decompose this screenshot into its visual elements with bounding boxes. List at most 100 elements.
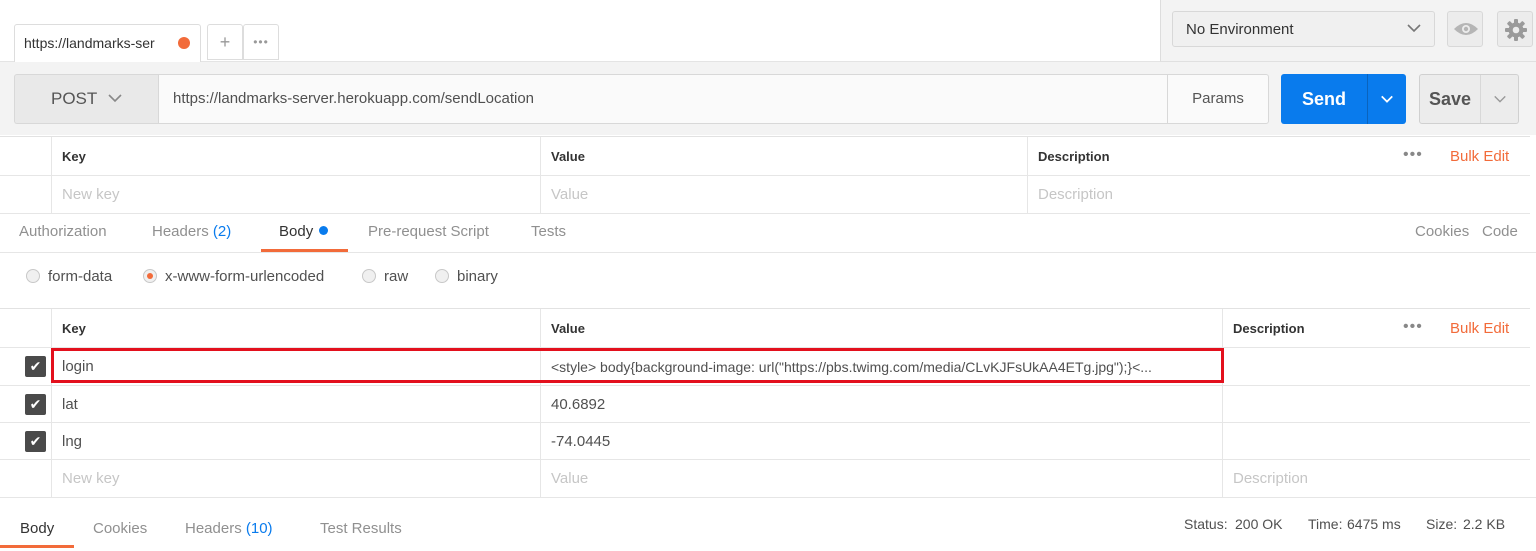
- environment-bar: No Environment: [1160, 0, 1536, 62]
- tab-headers[interactable]: Headers (2): [152, 223, 231, 240]
- body-col-value: Value: [551, 320, 585, 336]
- tab-tests[interactable]: Tests: [531, 223, 566, 240]
- radio-circle-icon: [26, 269, 40, 283]
- row-description[interactable]: [1222, 423, 1530, 459]
- row-value[interactable]: 40.6892: [551, 396, 605, 413]
- gear-icon: [1504, 18, 1528, 46]
- row-key[interactable]: lat: [62, 396, 78, 413]
- radio-form-data[interactable]: form-data: [26, 268, 112, 285]
- size-value: 2.2 KB: [1463, 516, 1506, 532]
- radio-raw-label: raw: [384, 268, 409, 285]
- send-button[interactable]: Send: [1281, 74, 1406, 124]
- body-new-row: New key Value Description: [0, 460, 1530, 498]
- send-label: Send: [1301, 89, 1346, 109]
- new-tab-button[interactable]: +: [207, 24, 243, 60]
- radio-binary[interactable]: binary: [435, 268, 498, 285]
- tab-prerequest-script[interactable]: Pre-request Script: [368, 223, 489, 240]
- body-col-description: Description: [1233, 320, 1305, 336]
- table-row: ✔ lat 40.6892: [0, 386, 1530, 423]
- response-tab-cookies[interactable]: Cookies: [93, 520, 147, 537]
- response-tab-test-results[interactable]: Test Results: [320, 520, 402, 537]
- size-label: Size:: [1426, 516, 1458, 532]
- body-new-description-input[interactable]: Description: [1233, 470, 1308, 487]
- send-options-chevron-icon[interactable]: [1368, 74, 1406, 124]
- environment-quick-look-button[interactable]: [1447, 11, 1483, 47]
- row-checkbox-checked-icon[interactable]: ✔: [25, 394, 46, 415]
- eye-icon: [1453, 20, 1479, 42]
- tab-body-label: Body: [279, 223, 314, 240]
- time-value: 6475 ms: [1347, 516, 1401, 532]
- response-tab-headers-label: Headers: [185, 520, 242, 537]
- highlight-annotation-box: [51, 348, 1224, 383]
- radio-circle-icon: [435, 269, 449, 283]
- row-key[interactable]: lng: [62, 433, 82, 450]
- time-label: Time:: [1308, 516, 1343, 532]
- method-select[interactable]: POST: [14, 74, 159, 124]
- radio-form-data-label: form-data: [48, 268, 113, 285]
- radio-urlencoded[interactable]: x-www-form-urlencoded: [143, 268, 324, 285]
- request-tab-active[interactable]: https://landmarks-ser: [14, 24, 201, 62]
- radio-selected-icon: [143, 269, 157, 283]
- radio-circle-icon: [362, 269, 376, 283]
- save-options-chevron-icon[interactable]: [1481, 75, 1519, 123]
- status-value: 200 OK: [1235, 516, 1283, 532]
- response-tab-headers[interactable]: Headers (10): [185, 520, 273, 537]
- tab-more-button[interactable]: •••: [243, 24, 279, 60]
- body-modified-dot-icon: [319, 226, 329, 235]
- cookies-link[interactable]: Cookies: [1415, 223, 1469, 240]
- environment-select[interactable]: No Environment: [1172, 11, 1435, 47]
- params-new-row: New key Value Description: [0, 176, 1530, 214]
- chevron-down-icon: [107, 90, 123, 111]
- response-tab-headers-count: (10): [245, 520, 273, 537]
- table-row: ✔ lng -74.0445: [0, 423, 1530, 460]
- response-tab-body[interactable]: Body: [20, 520, 54, 537]
- code-link[interactable]: Code: [1482, 223, 1518, 240]
- row-checkbox-checked-icon[interactable]: ✔: [25, 356, 46, 377]
- params-more-icon[interactable]: •••: [1403, 146, 1423, 164]
- params-col-key: Key: [62, 148, 86, 164]
- tab-headers-count: (2): [212, 223, 232, 240]
- tab-headers-label: Headers: [152, 223, 209, 240]
- manage-environments-button[interactable]: [1497, 11, 1533, 47]
- body-type-radio-group: form-data x-www-form-urlencoded raw bina…: [0, 253, 1536, 308]
- params-new-key-input[interactable]: New key: [62, 186, 120, 203]
- request-tab-label: https://landmarks-ser: [24, 35, 155, 51]
- unsaved-dot-icon: [178, 37, 190, 49]
- save-button[interactable]: Save: [1419, 74, 1519, 124]
- params-bulk-edit-link[interactable]: Bulk Edit: [1450, 148, 1509, 165]
- chevron-down-icon: [1406, 20, 1422, 39]
- method-label: POST: [51, 89, 98, 108]
- save-label: Save: [1428, 89, 1472, 109]
- body-table: Key Value Description ••• Bulk Edit ✔ lo…: [0, 308, 1530, 498]
- body-bulk-edit-link[interactable]: Bulk Edit: [1450, 320, 1509, 337]
- params-header-row: Key Value Description ••• Bulk Edit: [0, 137, 1530, 176]
- params-new-description-input[interactable]: Description: [1038, 186, 1113, 203]
- request-url-bar: POST https://landmarks-server.herokuapp.…: [0, 62, 1536, 135]
- response-bar: Body Cookies Headers (10) Test Results S…: [0, 497, 1536, 551]
- request-sub-tabs: Authorization Headers (2) Body Pre-reque…: [0, 213, 1536, 253]
- radio-raw[interactable]: raw: [362, 268, 408, 285]
- environment-selected: No Environment: [1186, 21, 1294, 38]
- row-description[interactable]: [1222, 386, 1530, 422]
- body-header-row: Key Value Description ••• Bulk Edit: [0, 309, 1530, 348]
- row-value[interactable]: -74.0445: [551, 433, 610, 450]
- response-active-tab-underline: [0, 545, 74, 548]
- tab-authorization[interactable]: Authorization: [19, 223, 107, 240]
- tab-body[interactable]: Body: [279, 223, 329, 240]
- params-button[interactable]: Params: [1167, 74, 1269, 124]
- url-input[interactable]: https://landmarks-server.herokuapp.com/s…: [158, 74, 1168, 124]
- body-more-icon[interactable]: •••: [1403, 318, 1423, 336]
- params-col-description: Description: [1038, 148, 1110, 164]
- body-new-key-input[interactable]: New key: [62, 470, 120, 487]
- params-col-value: Value: [551, 148, 585, 164]
- status-label: Status:: [1184, 516, 1228, 532]
- row-checkbox-checked-icon[interactable]: ✔: [25, 431, 46, 452]
- request-tab-bar: https://landmarks-ser + •••: [0, 0, 1160, 62]
- radio-urlencoded-label: x-www-form-urlencoded: [165, 268, 325, 285]
- row-description[interactable]: [1222, 348, 1530, 385]
- active-tab-underline: [261, 249, 348, 252]
- body-col-key: Key: [62, 320, 86, 336]
- params-table: Key Value Description ••• Bulk Edit New …: [0, 136, 1530, 214]
- params-new-value-input[interactable]: Value: [551, 186, 588, 203]
- body-new-value-input[interactable]: Value: [551, 470, 588, 487]
